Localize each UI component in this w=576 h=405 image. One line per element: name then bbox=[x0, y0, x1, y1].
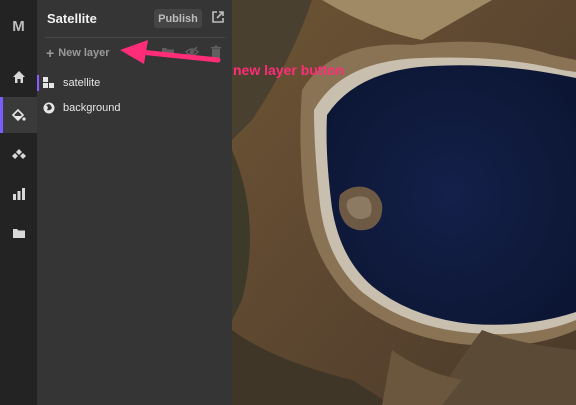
data-button[interactable] bbox=[0, 176, 37, 212]
layer-label: satellite bbox=[63, 77, 101, 89]
files-button[interactable] bbox=[0, 215, 37, 251]
paint-bucket-icon bbox=[11, 108, 26, 121]
annotation-label: new layer button bbox=[233, 62, 345, 78]
map-canvas[interactable] bbox=[232, 0, 576, 405]
home-icon bbox=[12, 71, 25, 83]
annotation-arrow bbox=[120, 40, 221, 64]
new-layer-label: New layer bbox=[58, 47, 110, 59]
style-button[interactable] bbox=[0, 97, 37, 133]
layer-item-background[interactable]: background bbox=[37, 97, 232, 119]
home-button[interactable] bbox=[0, 59, 37, 95]
raster-icon bbox=[42, 76, 56, 90]
external-link-icon[interactable] bbox=[211, 10, 225, 24]
nav-rail: M bbox=[0, 0, 37, 405]
chart-icon bbox=[12, 188, 25, 200]
new-layer-button[interactable]: + New layer bbox=[46, 44, 110, 62]
background-globe-icon bbox=[42, 101, 56, 115]
plus-icon: + bbox=[46, 45, 55, 61]
layer-label: background bbox=[63, 102, 121, 114]
app-logo: M bbox=[12, 18, 25, 35]
publish-button[interactable]: Publish bbox=[154, 9, 202, 28]
style-title: Satellite bbox=[47, 11, 97, 26]
sources-button[interactable] bbox=[0, 137, 37, 173]
folder-icon bbox=[12, 229, 25, 238]
satellite-imagery bbox=[232, 0, 576, 405]
sources-icon bbox=[11, 149, 26, 159]
